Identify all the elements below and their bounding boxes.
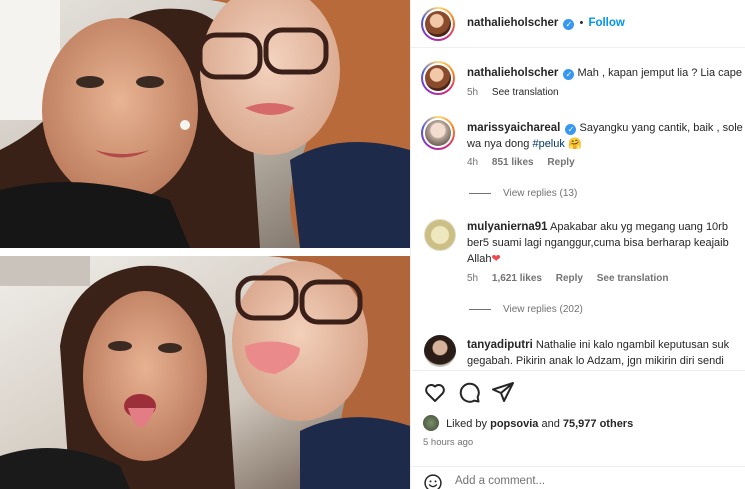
- liker-avatar[interactable]: [423, 415, 439, 431]
- liked-by-user[interactable]: popsovia: [490, 418, 538, 430]
- comment: tanyadiputri Nathalie ini kalo ngambil k…: [467, 337, 745, 353]
- comment-text: Apakabar aku yg megang uang 10rb: [550, 221, 728, 233]
- comment-continued: wa nya dong #peluk 🤗: [467, 136, 745, 152]
- comment-text: Nathalie ini kalo ngambil keputusan suk: [535, 339, 730, 351]
- comment: marissyaichareal ✓ Sayangku yang cantik,…: [467, 120, 745, 136]
- view-replies-button[interactable]: View replies (202): [469, 304, 583, 315]
- verified-badge-icon: ✓: [563, 19, 575, 30]
- see-translation-link[interactable]: See translation: [492, 87, 559, 98]
- comment-meta: 5h See translation: [467, 87, 570, 98]
- comment-username[interactable]: nathalieholscher: [467, 67, 558, 79]
- post-header: nathalieholscher ✓ • Follow: [411, 0, 745, 48]
- reply-button[interactable]: Reply: [556, 273, 583, 284]
- comment-text: Sayangku yang cantik, baik , sole: [579, 122, 743, 134]
- comment-text: ber5 suami lagi nganggur,cuma bisa berha…: [467, 237, 729, 249]
- comment-icon[interactable]: [457, 380, 481, 404]
- comment: nathalieholscher ✓ Mah , kapan jemput li…: [467, 65, 745, 81]
- comment-username[interactable]: mulyanierna91: [467, 221, 548, 233]
- comment-likes[interactable]: 1,621 likes: [492, 273, 542, 284]
- verified-badge-icon: ✓: [565, 124, 577, 135]
- post-photo-top: [0, 0, 410, 248]
- verified-badge-icon: ✓: [563, 69, 575, 80]
- heart-emoji: ❤: [491, 253, 501, 265]
- comment-time: 5h: [467, 87, 479, 98]
- post-sidebar: nathalieholscher ✓ • Follow nathaliehols…: [410, 0, 745, 489]
- comment-meta: 5h 1,621 likes Reply See translation: [467, 273, 679, 284]
- comment-text: gegabah. Pikirin anak lo Adzam, jgn miki…: [467, 355, 724, 367]
- comment-avatar[interactable]: [424, 335, 456, 367]
- add-comment-input[interactable]: [455, 475, 735, 487]
- view-replies-label: View replies (13): [503, 188, 578, 199]
- share-icon[interactable]: [491, 380, 515, 404]
- post-photo-bottom: [0, 256, 410, 489]
- view-replies-button[interactable]: View replies (13): [469, 188, 577, 199]
- post-actions: Liked by popsovia and 75,977 others 5 ho…: [411, 370, 745, 489]
- add-comment-bar: [411, 466, 745, 489]
- divider-line: [469, 192, 491, 194]
- comment-avatar[interactable]: [421, 116, 455, 150]
- liked-by-prefix: Liked by: [446, 418, 488, 430]
- comment: mulyanierna91 Apakabar aku yg megang uan…: [467, 219, 745, 235]
- comment-text: Allah: [467, 253, 492, 265]
- comment-time: 4h: [467, 157, 479, 168]
- hug-emoji: 🤗: [567, 138, 582, 150]
- likes-summary: Liked by popsovia and 75,977 others: [423, 415, 633, 431]
- author-username[interactable]: nathalieholscher: [467, 17, 558, 29]
- comment-meta: 4h 851 likes Reply: [467, 157, 586, 168]
- comment-username[interactable]: marissyaichareal: [467, 122, 560, 134]
- comment-likes[interactable]: 851 likes: [492, 157, 534, 168]
- liked-by-and: and: [541, 418, 560, 430]
- comment-text: wa nya dong: [467, 138, 530, 150]
- comment-time: 5h: [467, 273, 479, 284]
- comment-continued: ber5 suami lagi nganggur,cuma bisa berha…: [467, 235, 745, 251]
- author-avatar[interactable]: [421, 7, 455, 41]
- divider-line: [469, 308, 491, 310]
- liked-by-count[interactable]: 75,977 others: [563, 418, 633, 430]
- reply-button[interactable]: Reply: [547, 157, 574, 168]
- separator-dot: •: [579, 17, 584, 29]
- emoji-icon[interactable]: [423, 473, 443, 489]
- comment-continued: Allah❤: [467, 251, 745, 267]
- post-timestamp[interactable]: 5 hours ago: [423, 437, 473, 448]
- follow-button[interactable]: Follow: [588, 17, 624, 29]
- comment-continued: gegabah. Pikirin anak lo Adzam, jgn miki…: [467, 353, 745, 369]
- heart-icon[interactable]: [423, 380, 447, 404]
- post-media: [0, 0, 410, 489]
- comment-username[interactable]: tanyadiputri: [467, 339, 533, 351]
- view-replies-label: View replies (202): [503, 304, 583, 315]
- comment-avatar[interactable]: [424, 219, 456, 251]
- comment-avatar[interactable]: [421, 61, 455, 95]
- hashtag-link[interactable]: #peluk: [532, 138, 564, 150]
- see-translation-link[interactable]: See translation: [597, 273, 669, 284]
- comment-text: Mah , kapan jemput lia ? Lia cape: [577, 67, 743, 79]
